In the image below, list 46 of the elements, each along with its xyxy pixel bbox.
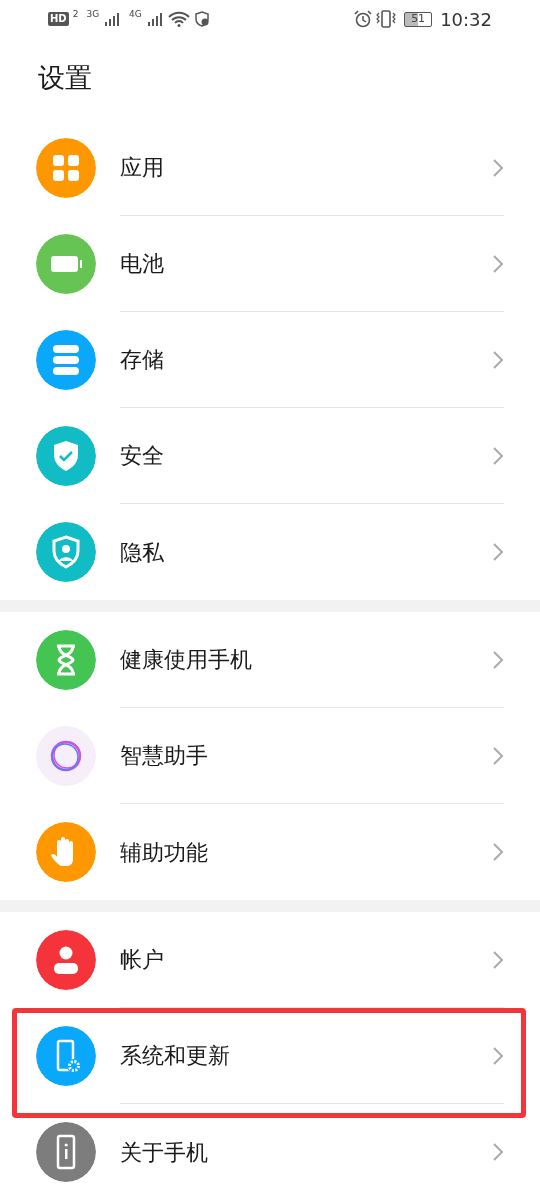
chevron-icon xyxy=(492,649,504,670)
item-label: 隐私 xyxy=(120,538,165,567)
chevron-icon xyxy=(492,542,504,562)
item-label: 安全 xyxy=(120,442,165,470)
settings-item[interactable]: 关于手机 xyxy=(0,1104,540,1200)
chevron-icon xyxy=(492,253,504,274)
chevron-icon xyxy=(492,349,504,370)
chevron-icon xyxy=(492,842,504,862)
chevron-icon xyxy=(492,1142,504,1162)
settings-item[interactable]: 电池 xyxy=(0,216,540,312)
item-label: 健康使用手机 xyxy=(120,646,253,674)
chevron-icon xyxy=(492,949,504,970)
settings-item[interactable]: 安全 xyxy=(0,408,540,504)
chevron-icon xyxy=(492,1045,504,1066)
signal-icon xyxy=(145,11,164,27)
network-type: 4G xyxy=(129,10,142,19)
sim-number: 2 xyxy=(72,10,79,19)
settings-item[interactable]: 健康使用手机 xyxy=(0,612,540,708)
network-type: 3G xyxy=(86,10,100,19)
item-label: 应用 xyxy=(120,154,165,182)
item-label: 系统和更新 xyxy=(120,1042,231,1070)
hd-indicator: HD xyxy=(48,12,69,26)
item-label: 帐户 xyxy=(120,946,165,974)
settings-item[interactable]: 智慧助手 xyxy=(0,708,540,804)
settings-item[interactable]: 隐私 xyxy=(0,504,540,600)
alarm-icon xyxy=(354,10,373,28)
item-label: 智慧助手 xyxy=(120,742,209,770)
chevron-icon xyxy=(492,745,504,766)
chevron-icon xyxy=(492,445,504,466)
settings-item[interactable]: 帐户 xyxy=(0,912,540,1008)
item-label: 存储 xyxy=(120,346,165,374)
vibrate-icon xyxy=(376,10,397,28)
item-label: 电池 xyxy=(120,250,165,278)
signal-icon xyxy=(103,11,122,27)
settings-item[interactable]: 系统和更新 xyxy=(0,1008,540,1104)
wifi-icon xyxy=(167,11,190,27)
item-label: 辅助功能 xyxy=(120,838,209,867)
battery-indicator: 51 xyxy=(404,11,433,27)
page-title: 设置 xyxy=(37,61,93,95)
shield-icon xyxy=(193,11,210,27)
settings-item[interactable]: 存储 xyxy=(0,312,540,408)
chevron-icon xyxy=(492,157,504,178)
item-label: 关于手机 xyxy=(120,1138,209,1167)
settings-item[interactable]: 应用 xyxy=(0,120,540,216)
clock: 10:32 xyxy=(440,7,492,32)
settings-item[interactable]: 辅助功能 xyxy=(0,804,540,900)
